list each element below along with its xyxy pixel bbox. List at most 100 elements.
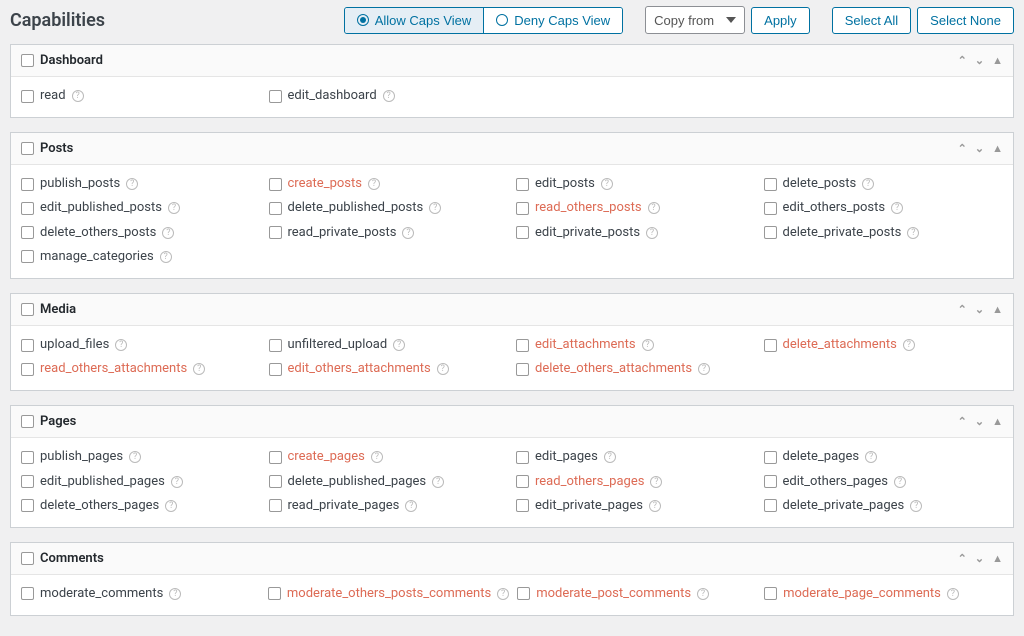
capability-checkbox[interactable] <box>764 475 777 488</box>
help-icon[interactable]: ? <box>648 202 660 214</box>
panel-select-all-checkbox[interactable] <box>21 552 34 565</box>
help-icon[interactable]: ? <box>910 500 922 512</box>
capability-checkbox[interactable] <box>268 587 281 600</box>
deny-caps-view-button[interactable]: Deny Caps View <box>484 8 622 33</box>
capability-checkbox[interactable] <box>269 226 282 239</box>
capability-checkbox[interactable] <box>516 363 529 376</box>
allow-caps-view-button[interactable]: Allow Caps View <box>345 8 485 33</box>
chevron-down-icon[interactable]: ⌄ <box>975 54 984 67</box>
help-icon[interactable]: ? <box>865 451 877 463</box>
help-icon[interactable]: ? <box>429 202 441 214</box>
chevron-down-icon[interactable]: ⌄ <box>975 303 984 316</box>
capability-checkbox[interactable] <box>21 339 34 352</box>
copy-from-select[interactable]: Copy from <box>645 6 745 34</box>
capability-checkbox[interactable] <box>21 451 34 464</box>
help-icon[interactable]: ? <box>947 588 959 600</box>
capability-checkbox[interactable] <box>21 226 34 239</box>
help-icon[interactable]: ? <box>601 178 613 190</box>
help-icon[interactable]: ? <box>697 588 709 600</box>
help-icon[interactable]: ? <box>891 202 903 214</box>
capability-checkbox[interactable] <box>269 178 282 191</box>
capability-checkbox[interactable] <box>764 202 777 215</box>
help-icon[interactable]: ? <box>497 588 509 600</box>
capability-checkbox[interactable] <box>21 178 34 191</box>
help-icon[interactable]: ? <box>437 363 449 375</box>
capability-checkbox[interactable] <box>269 363 282 376</box>
collapse-toggle-icon[interactable]: ▲ <box>992 54 1003 67</box>
help-icon[interactable]: ? <box>371 451 383 463</box>
collapse-toggle-icon[interactable]: ▲ <box>992 303 1003 316</box>
help-icon[interactable]: ? <box>649 500 661 512</box>
help-icon[interactable]: ? <box>368 178 380 190</box>
capability-checkbox[interactable] <box>269 90 282 103</box>
capability-checkbox[interactable] <box>21 475 34 488</box>
help-icon[interactable]: ? <box>903 339 915 351</box>
capability-checkbox[interactable] <box>269 499 282 512</box>
capability-checkbox[interactable] <box>764 226 777 239</box>
panel-select-all-checkbox[interactable] <box>21 54 34 67</box>
select-all-button[interactable]: Select All <box>832 7 911 34</box>
capability-checkbox[interactable] <box>516 226 529 239</box>
capability-checkbox[interactable] <box>516 499 529 512</box>
chevron-down-icon[interactable]: ⌄ <box>975 415 984 428</box>
capability-checkbox[interactable] <box>517 587 530 600</box>
collapse-toggle-icon[interactable]: ▲ <box>992 142 1003 155</box>
chevron-down-icon[interactable]: ⌄ <box>975 142 984 155</box>
help-icon[interactable]: ? <box>907 227 919 239</box>
chevron-up-icon[interactable]: ⌃ <box>958 142 967 155</box>
chevron-up-icon[interactable]: ⌃ <box>958 552 967 565</box>
capability-checkbox[interactable] <box>764 451 777 464</box>
help-icon[interactable]: ? <box>862 178 874 190</box>
help-icon[interactable]: ? <box>894 476 906 488</box>
capability-checkbox[interactable] <box>269 339 282 352</box>
help-icon[interactable]: ? <box>383 90 395 102</box>
help-icon[interactable]: ? <box>432 476 444 488</box>
capability-checkbox[interactable] <box>764 339 777 352</box>
capability-checkbox[interactable] <box>516 178 529 191</box>
capability-checkbox[interactable] <box>21 499 34 512</box>
capability-checkbox[interactable] <box>516 202 529 215</box>
capability-checkbox[interactable] <box>516 475 529 488</box>
help-icon[interactable]: ? <box>162 227 174 239</box>
collapse-toggle-icon[interactable]: ▲ <box>992 415 1003 428</box>
chevron-up-icon[interactable]: ⌃ <box>958 303 967 316</box>
help-icon[interactable]: ? <box>646 227 658 239</box>
help-icon[interactable]: ? <box>169 588 181 600</box>
help-icon[interactable]: ? <box>168 202 180 214</box>
capability-checkbox[interactable] <box>269 202 282 215</box>
select-none-button[interactable]: Select None <box>917 7 1014 34</box>
help-icon[interactable]: ? <box>115 339 127 351</box>
help-icon[interactable]: ? <box>129 451 141 463</box>
capability-checkbox[interactable] <box>21 250 34 263</box>
capability-checkbox[interactable] <box>269 451 282 464</box>
capability-checkbox[interactable] <box>21 90 34 103</box>
capability-checkbox[interactable] <box>516 451 529 464</box>
chevron-down-icon[interactable]: ⌄ <box>975 552 984 565</box>
capability-checkbox[interactable] <box>21 363 34 376</box>
chevron-up-icon[interactable]: ⌃ <box>958 54 967 67</box>
help-icon[interactable]: ? <box>393 339 405 351</box>
capability-checkbox[interactable] <box>21 202 34 215</box>
help-icon[interactable]: ? <box>604 451 616 463</box>
help-icon[interactable]: ? <box>642 339 654 351</box>
capability-checkbox[interactable] <box>516 339 529 352</box>
capability-checkbox[interactable] <box>269 475 282 488</box>
help-icon[interactable]: ? <box>126 178 138 190</box>
help-icon[interactable]: ? <box>405 500 417 512</box>
help-icon[interactable]: ? <box>171 476 183 488</box>
help-icon[interactable]: ? <box>193 363 205 375</box>
capability-checkbox[interactable] <box>21 587 34 600</box>
help-icon[interactable]: ? <box>698 363 710 375</box>
apply-button[interactable]: Apply <box>751 7 810 34</box>
help-icon[interactable]: ? <box>160 251 172 263</box>
capability-checkbox[interactable] <box>764 499 777 512</box>
chevron-up-icon[interactable]: ⌃ <box>958 415 967 428</box>
panel-select-all-checkbox[interactable] <box>21 303 34 316</box>
capability-checkbox[interactable] <box>764 178 777 191</box>
help-icon[interactable]: ? <box>165 500 177 512</box>
capability-checkbox[interactable] <box>764 587 777 600</box>
collapse-toggle-icon[interactable]: ▲ <box>992 552 1003 565</box>
help-icon[interactable]: ? <box>72 90 84 102</box>
panel-select-all-checkbox[interactable] <box>21 415 34 428</box>
help-icon[interactable]: ? <box>650 476 662 488</box>
